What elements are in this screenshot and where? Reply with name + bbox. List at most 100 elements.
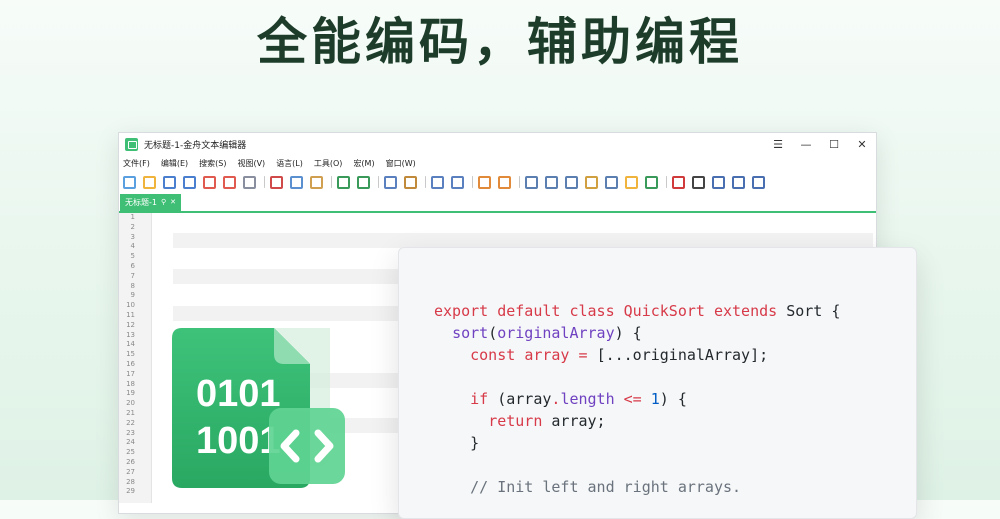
close-button[interactable]: ✕ (848, 138, 876, 151)
code-line: // Init left and right arrays. (434, 476, 840, 498)
replace-icon[interactable] (404, 175, 417, 189)
app-logo-icon (125, 137, 138, 151)
toolbar-separator (425, 176, 426, 188)
code-token: ) { (659, 390, 687, 408)
tab-untitled-1[interactable]: 无标题-1 ⚲ ✕ (120, 194, 181, 211)
print-icon[interactable] (243, 175, 256, 189)
code-token: class (569, 302, 624, 320)
code-token: return (488, 412, 552, 430)
new-file-icon[interactable] (123, 175, 136, 189)
sync-v-icon[interactable] (478, 175, 491, 189)
code-token: (array (497, 390, 552, 408)
code-badge (269, 408, 345, 484)
maximize-button[interactable]: ☐ (820, 138, 848, 151)
toolbar-separator (519, 176, 520, 188)
line-number: 25 (126, 448, 135, 457)
tab-close-icon[interactable]: ✕ (170, 194, 176, 211)
line-number: 9 (130, 291, 135, 300)
code-token: default (497, 302, 570, 320)
indent-guide-icon[interactable] (565, 175, 578, 189)
redo-icon[interactable] (357, 175, 370, 189)
line-number: 12 (126, 320, 135, 329)
code-token: 1 (650, 390, 660, 408)
code-file-icon: 0101 1001 (172, 328, 345, 488)
code-line: return array; (434, 410, 840, 432)
line-number: 3 (130, 232, 135, 241)
save-icon[interactable] (163, 175, 176, 189)
code-token: // Init left and right arrays. (470, 478, 742, 496)
monitor-icon[interactable] (645, 175, 658, 189)
code-token: length (560, 390, 624, 408)
toolbar-separator (472, 176, 473, 188)
zoom-in-icon[interactable] (431, 175, 444, 189)
paste-icon[interactable] (310, 175, 323, 189)
undo-icon[interactable] (337, 175, 350, 189)
run-macro-multiple-icon[interactable] (732, 175, 745, 189)
code-line: export default class QuickSort extends S… (434, 300, 840, 322)
code-token: if (470, 390, 498, 408)
minimize-button[interactable]: — (792, 138, 820, 151)
menu-edit[interactable]: 编辑(E) (161, 158, 188, 169)
toolbar-separator (666, 176, 667, 188)
line-number: 8 (130, 281, 135, 290)
pin-icon[interactable]: ⚲ (161, 194, 166, 211)
code-token: originalArray (497, 324, 615, 342)
line-number: 7 (130, 271, 135, 280)
code-line: const array = [...originalArray]; (434, 344, 840, 366)
menu-macro[interactable]: 宏(M) (353, 158, 374, 169)
record-macro-icon[interactable] (672, 175, 685, 189)
line-number: 17 (126, 369, 135, 378)
wrap-icon[interactable] (525, 175, 538, 189)
cut-icon[interactable] (270, 175, 283, 189)
line-number: 27 (126, 467, 135, 476)
menu-language[interactable]: 语言(L) (276, 158, 303, 169)
line-number: 24 (126, 438, 135, 447)
zoom-out-icon[interactable] (451, 175, 464, 189)
sync-h-icon[interactable] (498, 175, 511, 189)
line-number: 18 (126, 379, 135, 388)
find-icon[interactable] (384, 175, 397, 189)
menu-window[interactable]: 窗口(W) (386, 158, 416, 169)
doc-map-icon[interactable] (585, 175, 598, 189)
line-number: 21 (126, 408, 135, 417)
tab-label: 无标题-1 (125, 198, 157, 207)
toolbar (119, 171, 876, 193)
code-preview-panel: export default class QuickSort extends S… (398, 247, 917, 519)
menu-file[interactable]: 文件(F) (123, 158, 150, 169)
code-token: <= (623, 390, 651, 408)
line-number: 28 (126, 477, 135, 486)
menu-tools[interactable]: 工具(O) (314, 158, 343, 169)
close-file-icon[interactable] (203, 175, 216, 189)
line-number: 19 (126, 389, 135, 398)
menu-bar: 文件(F) 编辑(E) 搜索(S) 视图(V) 语言(L) 工具(O) 宏(M)… (119, 155, 876, 171)
menu-icon[interactable]: ☰ (764, 138, 792, 151)
save-macro-icon[interactable] (752, 175, 765, 189)
code-token: QuickSort (623, 302, 714, 320)
stop-macro-icon[interactable] (692, 175, 705, 189)
code-line: } (434, 432, 840, 454)
line-number: 5 (130, 252, 135, 261)
menu-view[interactable]: 视图(V) (237, 158, 265, 169)
function-list-icon[interactable] (605, 175, 618, 189)
copy-icon[interactable] (290, 175, 303, 189)
save-all-icon[interactable] (183, 175, 196, 189)
line-number: 20 (126, 399, 135, 408)
play-macro-icon[interactable] (712, 175, 725, 189)
menu-search[interactable]: 搜索(S) (199, 158, 226, 169)
code-token: extends (713, 302, 787, 320)
close-all-icon[interactable] (223, 175, 236, 189)
binary-top-text: 0101 (196, 373, 281, 415)
line-number: 2 (130, 222, 135, 231)
line-number-gutter: 1 2 3 4 5 6 7 8 9 10 11 12 13 14 15 16 17 18 19 20 21 22 23 24 2… (119, 213, 152, 503)
binary-bottom-text: 1001 (196, 420, 281, 462)
show-symbols-icon[interactable] (545, 175, 558, 189)
code-line: sort(originalArray) { (434, 322, 840, 344)
folder-workspace-icon[interactable] (625, 175, 638, 189)
open-folder-icon[interactable] (143, 175, 156, 189)
